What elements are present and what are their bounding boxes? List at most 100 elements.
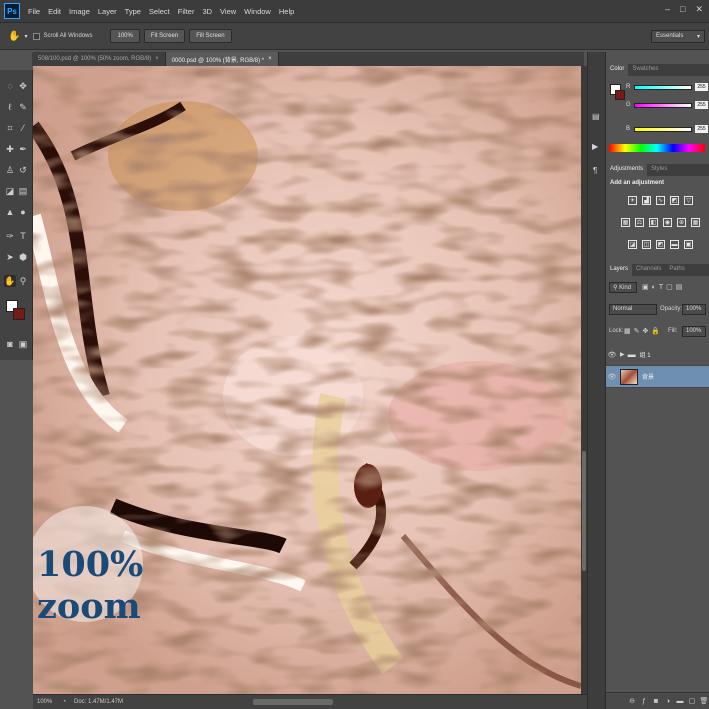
horizontal-scroll-thumb[interactable] bbox=[253, 699, 333, 705]
slider-track[interactable] bbox=[634, 84, 692, 90]
exposure-icon[interactable]: ◩ bbox=[670, 196, 679, 205]
hue-saturation-icon[interactable]: ▦ bbox=[621, 218, 630, 227]
black-white-icon[interactable]: ◧ bbox=[649, 218, 658, 227]
layer-filter-icons[interactable]: ▣◐T▢▤ bbox=[642, 283, 685, 291]
screen-mode-icon[interactable]: ▣ bbox=[17, 338, 29, 350]
layer-name[interactable]: 背景 bbox=[642, 372, 654, 381]
shape-tool-icon[interactable]: ⬢ bbox=[17, 251, 29, 263]
blend-mode-select[interactable]: Normal bbox=[609, 304, 657, 315]
fx-icon[interactable]: ƒ bbox=[638, 698, 650, 705]
eye-icon[interactable]: 👁 bbox=[606, 373, 618, 381]
menu-layer[interactable]: Layer bbox=[94, 7, 121, 16]
channel-mixer-icon[interactable]: ⊕ bbox=[677, 218, 686, 227]
menu-help[interactable]: Help bbox=[275, 7, 298, 16]
marquee-tool-icon[interactable]: ◌ bbox=[4, 80, 16, 92]
scroll-thumb[interactable] bbox=[582, 451, 586, 571]
slider-track[interactable] bbox=[634, 126, 692, 132]
green-slider[interactable]: G 255 bbox=[626, 100, 708, 110]
channel-value[interactable]: 255 bbox=[695, 83, 708, 91]
actual-pixels-button[interactable]: 100% bbox=[110, 29, 140, 43]
link-layers-icon[interactable]: ⊖ bbox=[626, 697, 638, 705]
brush-tool-icon[interactable]: ✒ bbox=[17, 143, 29, 155]
menu-filter[interactable]: Filter bbox=[174, 7, 199, 16]
dodge-tool-icon[interactable]: ● bbox=[17, 206, 29, 218]
levels-icon[interactable]: ▟ bbox=[642, 196, 651, 205]
status-info-icon[interactable]: ◔ bbox=[62, 699, 66, 705]
eye-icon[interactable]: 👁 bbox=[606, 351, 618, 359]
type-tool-icon[interactable]: T bbox=[17, 230, 29, 242]
tab-styles[interactable]: Styles bbox=[647, 164, 671, 176]
blue-slider[interactable]: B 255 bbox=[626, 124, 708, 134]
lasso-tool-icon[interactable]: ℓ bbox=[4, 101, 16, 113]
tab-swatches[interactable]: Swatches bbox=[628, 64, 662, 76]
menu-image[interactable]: Image bbox=[65, 7, 94, 16]
menu-select[interactable]: Select bbox=[145, 7, 174, 16]
tab-document-1[interactable]: 508/100.psd @ 100% (50% zoom, RGB/8) × bbox=[32, 52, 166, 66]
new-group-icon[interactable]: ▬ bbox=[674, 698, 686, 705]
color-lookup-icon[interactable]: ▦ bbox=[691, 218, 700, 227]
pen-tool-icon[interactable]: ✑ bbox=[4, 230, 16, 242]
move-tool-icon[interactable]: ✥ bbox=[17, 80, 29, 92]
add-mask-icon[interactable]: ◙ bbox=[650, 698, 662, 705]
close-button[interactable]: ✕ bbox=[695, 4, 703, 15]
close-icon[interactable]: × bbox=[155, 56, 159, 62]
tab-layers[interactable]: Layers bbox=[606, 264, 633, 276]
adjustment-layer-icon[interactable]: ◑ bbox=[662, 698, 674, 705]
background-color-swatch[interactable] bbox=[13, 308, 25, 320]
brightness-icon[interactable]: ☀ bbox=[628, 196, 637, 205]
lock-icons[interactable]: ▦✎✥🔒 bbox=[624, 327, 663, 335]
layer-kind-filter[interactable]: ⚲ Kind bbox=[609, 282, 637, 293]
close-icon[interactable]: × bbox=[268, 56, 272, 62]
eraser-tool-icon[interactable]: ◪ bbox=[4, 185, 16, 197]
maximize-button[interactable]: □ bbox=[680, 4, 685, 15]
hand-tool-preset-icon[interactable]: ✋ bbox=[8, 31, 20, 42]
color-balance-icon[interactable]: ⚖ bbox=[635, 218, 644, 227]
channel-value[interactable]: 255 bbox=[695, 101, 708, 109]
menu-3d[interactable]: 3D bbox=[198, 7, 216, 16]
menu-edit[interactable]: Edit bbox=[44, 7, 65, 16]
trash-icon[interactable]: 🗑 bbox=[698, 697, 709, 705]
vibrance-icon[interactable]: ▽ bbox=[684, 196, 693, 205]
layer-row-group[interactable]: 👁 ▶ ▬ 组 1 bbox=[606, 344, 709, 366]
history-icon[interactable]: ▤ bbox=[592, 112, 600, 121]
tab-document-2[interactable]: 0000.psd @ 100% (背景, RGB/8) * × bbox=[165, 52, 279, 66]
gradient-tool-icon[interactable]: ▤ bbox=[17, 185, 29, 197]
color-spectrum[interactable] bbox=[609, 144, 705, 152]
new-layer-icon[interactable]: ▢ bbox=[686, 697, 698, 705]
path-select-icon[interactable]: ➤ bbox=[4, 251, 16, 263]
clone-stamp-icon[interactable]: ♙ bbox=[4, 164, 16, 176]
menu-window[interactable]: Window bbox=[240, 7, 275, 16]
opacity-field[interactable]: 100% bbox=[682, 304, 706, 315]
crop-tool-icon[interactable]: ⌗ bbox=[4, 122, 16, 134]
healing-brush-icon[interactable]: ✚ bbox=[4, 143, 16, 155]
quick-select-icon[interactable]: ✎ bbox=[17, 101, 29, 113]
paragraph-icon[interactable]: ¶ bbox=[593, 166, 597, 175]
fit-screen-button[interactable]: Fit Screen bbox=[143, 29, 186, 43]
curves-icon[interactable]: ∿ bbox=[656, 196, 665, 205]
workspace-select[interactable]: Essentials ▾ bbox=[651, 30, 705, 43]
fill-screen-button[interactable]: Fill Screen bbox=[189, 29, 232, 43]
eyedropper-icon[interactable]: ⁄ bbox=[17, 122, 29, 134]
actions-icon[interactable]: ▶ bbox=[592, 142, 598, 151]
tab-adjustments[interactable]: Adjustments bbox=[606, 164, 648, 176]
tab-color[interactable]: Color bbox=[606, 64, 629, 76]
menu-view[interactable]: View bbox=[216, 7, 240, 16]
menu-file[interactable]: File bbox=[24, 7, 44, 16]
posterize-icon[interactable]: ◫ bbox=[642, 240, 651, 249]
slider-track[interactable] bbox=[634, 102, 692, 108]
layer-row-background[interactable]: 👁 背景 bbox=[606, 366, 709, 388]
gradient-map-icon[interactable]: ▬ bbox=[670, 240, 679, 249]
quick-mask-icon[interactable]: ◙ bbox=[4, 338, 16, 350]
zoom-tool-icon[interactable]: ⚲ bbox=[17, 275, 29, 287]
selective-color-icon[interactable]: ▣ bbox=[684, 240, 693, 249]
scroll-all-checkbox[interactable] bbox=[33, 32, 41, 40]
bg-color-chip[interactable] bbox=[615, 90, 625, 100]
channel-value[interactable]: 255 bbox=[695, 125, 708, 133]
chevron-right-icon[interactable]: ▶ bbox=[620, 351, 625, 358]
document-canvas[interactable]: 100% zoom bbox=[33, 66, 581, 694]
menu-type[interactable]: Type bbox=[121, 7, 145, 16]
history-brush-icon[interactable]: ↺ bbox=[17, 164, 29, 176]
threshold-icon[interactable]: ◩ bbox=[656, 240, 665, 249]
preset-chevron-icon[interactable]: ▾ bbox=[24, 33, 27, 40]
red-slider[interactable]: R 255 bbox=[626, 82, 708, 92]
